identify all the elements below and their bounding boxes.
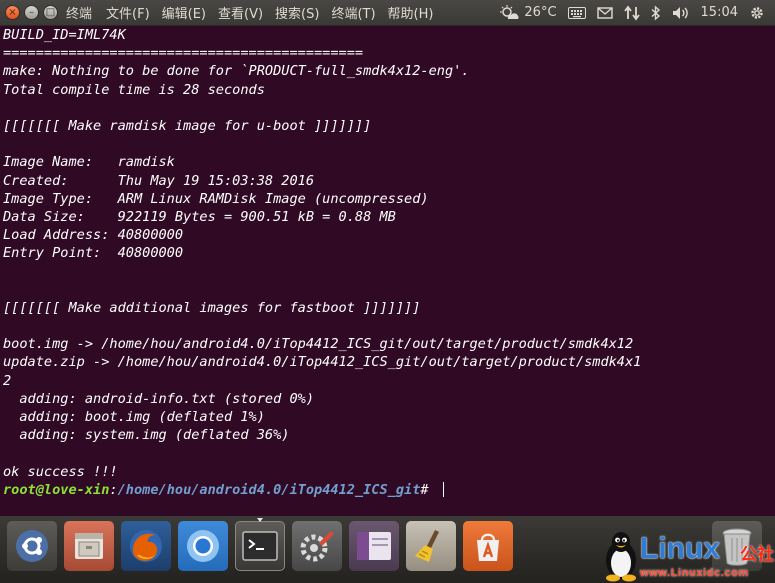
terminal-line: Data Size: 922119 Bytes = 900.51 kB = 0.…	[3, 208, 396, 225]
dock-item-settings[interactable]	[292, 521, 342, 571]
session-menu[interactable]	[749, 5, 765, 21]
mail-indicator[interactable]	[596, 6, 613, 20]
mail-icon	[596, 6, 613, 19]
temperature-text: 26°C	[524, 5, 557, 20]
dock-item-workspaces[interactable]	[349, 521, 399, 571]
app-title: 终端	[66, 7, 93, 22]
terminal-line: make: Nothing to be done for `PRODUCT-fu…	[3, 63, 470, 80]
keyboard-icon	[567, 6, 586, 19]
bluetooth-icon	[651, 4, 660, 21]
sun-cloud-icon	[500, 4, 519, 19]
terminal-line: Load Address: 40800000	[3, 227, 184, 244]
text-cursor	[442, 481, 444, 497]
bleachbit-icon	[415, 530, 439, 562]
system-settings-icon	[300, 531, 334, 562]
dock-item-software-center[interactable]	[463, 521, 513, 571]
terminal-line: update.zip -> /home/hou/android4.0/iTop4…	[3, 354, 642, 371]
terminal-line: [[[[[[[ Make ramdisk image for u-boot ]]…	[3, 117, 372, 134]
active-app-indicator	[257, 518, 263, 522]
volume-icon	[672, 6, 688, 19]
firefox-icon	[130, 530, 162, 562]
terminal-prompt-line[interactable]: root@love-xin:/home/hou/android4.0/iTop4…	[3, 481, 775, 499]
prompt-path: /home/hou/android4.0/iTop4412_ICS_git	[117, 481, 421, 498]
weather-indicator[interactable]: 26°C	[499, 4, 557, 21]
watermark-url: www.Linuxidc.com	[640, 567, 749, 579]
prompt-symbol: #	[420, 481, 437, 498]
dock-item-firefox[interactable]	[121, 521, 171, 571]
terminal-line: adding: boot.img (deflated 1%)	[3, 408, 265, 425]
dock-item-files[interactable]	[64, 521, 114, 571]
close-window-button[interactable]: ×	[5, 5, 20, 20]
network-updown-icon	[623, 5, 640, 20]
menu-edit[interactable]: 编辑(E)	[162, 3, 206, 22]
menu-help[interactable]: 帮助(H)	[388, 3, 434, 22]
terminal-line: 2	[3, 372, 12, 389]
dock-item-chromium[interactable]	[178, 521, 228, 571]
indicator-area: 26°C 15:04	[499, 4, 775, 21]
ubuntu-dash-icon	[16, 530, 48, 562]
prompt-user-host: root@love-xin	[3, 481, 110, 498]
window-controls: × – □	[0, 5, 58, 20]
top-panel: × – □ 终端 文件(F) 编辑(E) 查看(V) 搜索(S) 终端(T) 帮…	[0, 0, 775, 26]
maximize-window-button[interactable]: □	[43, 5, 58, 20]
file-manager-icon	[75, 533, 103, 559]
terminal-line: adding: android-info.txt (stored 0%)	[3, 390, 314, 407]
terminal-icon	[242, 531, 278, 561]
terminal-window[interactable]: BUILD_ID=IML74K =========================…	[0, 26, 775, 516]
clock[interactable]: 15:04	[701, 5, 738, 20]
terminal-line: Image Name: ramdisk	[3, 154, 175, 171]
terminal-line: adding: system.img (deflated 36%)	[3, 427, 290, 444]
dock-item-terminal[interactable]	[235, 518, 285, 571]
terminal-line: Created: Thu May 19 15:03:38 2016	[3, 172, 314, 189]
minimize-window-button[interactable]: –	[24, 5, 39, 20]
linuxidc-watermark: Linux 公社 www.Linuxidc.com	[600, 530, 775, 583]
terminal-line: BUILD_ID=IML74K	[3, 27, 126, 43]
software-center-icon	[477, 533, 499, 561]
terminal-line: boot.img -> /home/hou/android4.0/iTop441…	[3, 336, 634, 353]
chromium-icon	[187, 530, 219, 562]
dock-item-dash[interactable]	[7, 521, 57, 571]
prompt-separator: :	[109, 481, 118, 498]
watermark-brand: Linux	[640, 532, 720, 565]
menu-search[interactable]: 搜索(S)	[275, 3, 319, 22]
terminal-line: Image Type: ARM Linux RAMDisk Image (unc…	[3, 190, 429, 207]
menu-file[interactable]: 文件(F)	[106, 3, 150, 22]
terminal-line: ok success !!!	[3, 463, 118, 480]
terminal-line: ========================================…	[3, 45, 364, 62]
terminal-line: [[[[[[[ Make additional images for fastb…	[3, 299, 421, 316]
network-indicator[interactable]	[623, 5, 640, 21]
keyboard-indicator[interactable]	[567, 6, 586, 20]
terminal-line: Total compile time is 28 seconds	[3, 81, 265, 98]
gear-icon	[751, 6, 763, 19]
terminal-output[interactable]: BUILD_ID=IML74K =========================…	[0, 26, 775, 499]
volume-indicator[interactable]	[672, 5, 690, 21]
dock-item-bleachbit[interactable]	[406, 521, 456, 571]
bluetooth-indicator[interactable]	[651, 4, 661, 21]
menu-bar: 文件(F) 编辑(E) 查看(V) 搜索(S) 终端(T) 帮助(H)	[106, 3, 433, 22]
terminal-line: Entry Point: 40800000	[3, 245, 184, 262]
menu-view[interactable]: 查看(V)	[218, 3, 263, 22]
menu-terminal[interactable]: 终端(T)	[331, 3, 375, 22]
tux-penguin-icon	[606, 532, 636, 582]
watermark-cjk: 公社	[740, 545, 774, 565]
workspace-switcher-icon	[357, 532, 391, 560]
